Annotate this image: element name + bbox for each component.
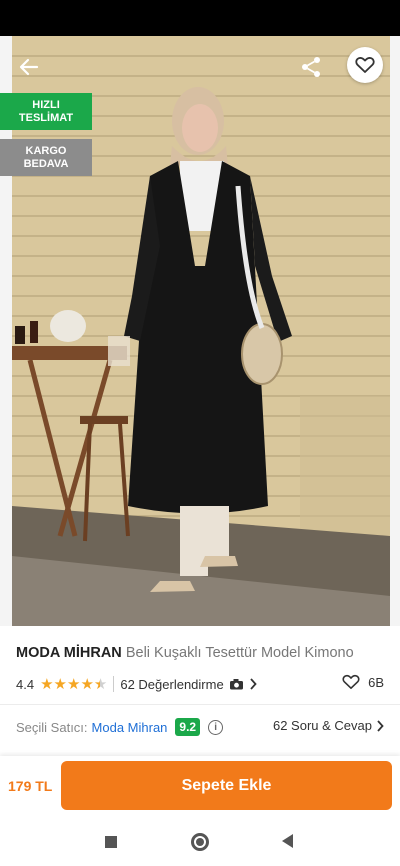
- home-icon[interactable]: [191, 833, 209, 851]
- badge-line: BEDAVA: [23, 157, 69, 170]
- system-nav-bar: [0, 818, 400, 866]
- likes-count: 6B: [368, 674, 384, 690]
- star-icon: ★: [40, 675, 54, 693]
- back-button[interactable]: [14, 52, 44, 82]
- back-icon[interactable]: [282, 834, 293, 848]
- seller-label: Seçili Satıcı:: [16, 719, 88, 735]
- likes[interactable]: 6B: [342, 674, 384, 690]
- reviews-count: 62 Değerlendirme: [120, 676, 224, 692]
- chevron-right-icon: [377, 719, 384, 732]
- share-icon: [302, 57, 320, 77]
- back-arrow-icon: [19, 58, 39, 76]
- rating-row: 4.4 ★ ★ ★ ★ ★ 62 Değerlendirme 6B: [16, 674, 386, 694]
- favorite-button[interactable]: [347, 47, 383, 83]
- seller-link[interactable]: Moda Mihran: [92, 720, 168, 735]
- info-icon[interactable]: i: [208, 719, 224, 735]
- badge-line: HIZLI: [32, 98, 60, 111]
- star-icon: ★: [80, 675, 94, 693]
- brand-name[interactable]: MODA MİHRAN: [16, 645, 122, 661]
- add-to-cart-bar: 179 TL Sepete Ekle: [0, 756, 400, 818]
- seller-score-badge: 9.2: [175, 718, 201, 736]
- reviews-link[interactable]: 62 Değerlendirme: [120, 676, 257, 692]
- divider: [0, 704, 400, 705]
- star-icon: ★: [53, 675, 67, 693]
- product-name: Beli Kuşaklı Tesettür Model Kimono: [125, 645, 354, 661]
- product-title: MODA MİHRAN Beli Kuşaklı Tesettür Model …: [16, 645, 386, 661]
- separator: [113, 676, 115, 692]
- heart-icon: [342, 674, 360, 690]
- badge-line: TESLİMAT: [18, 111, 74, 124]
- camera-icon: [229, 679, 243, 690]
- star-icon: ★: [66, 675, 81, 693]
- rating-score: 4.4: [16, 676, 35, 692]
- price: 179 TL: [8, 778, 53, 794]
- qa-count: 62 Soru & Cevap: [272, 718, 372, 733]
- status-bar: [0, 0, 400, 36]
- star-half-icon: ★: [93, 675, 108, 693]
- chevron-right-icon: [250, 678, 257, 690]
- add-to-cart-button[interactable]: Sepete Ekle: [61, 761, 392, 810]
- qa-link[interactable]: 62 Soru & Cevap: [273, 718, 384, 733]
- free-shipping-badge: KARGO BEDAVA: [0, 139, 92, 176]
- seller-row: Seçili Satıcı: Moda Mihran 9.2 i 62 Soru…: [16, 717, 386, 737]
- recent-apps-icon[interactable]: [105, 836, 117, 848]
- heart-icon: [355, 57, 375, 73]
- share-button[interactable]: [296, 52, 326, 82]
- badge-line: KARGO: [25, 144, 67, 157]
- fast-delivery-badge: HIZLI TESLİMAT: [0, 93, 92, 130]
- rating-stars: ★ ★ ★ ★ ★: [40, 677, 107, 692]
